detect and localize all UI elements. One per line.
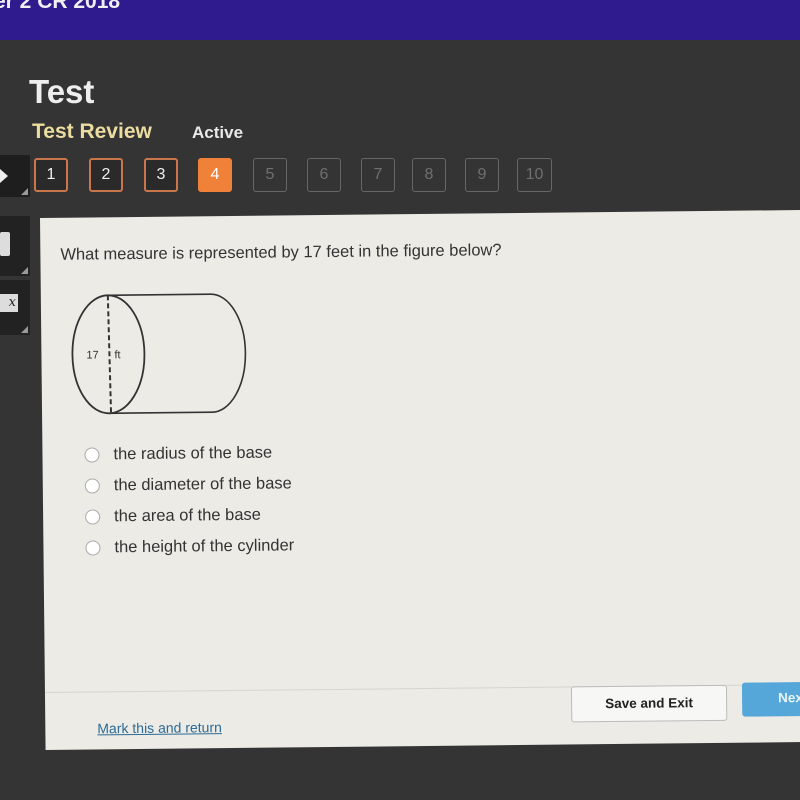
radio-button[interactable] [84, 447, 100, 463]
dimension-value: 17 [86, 349, 98, 361]
radio-button[interactable] [85, 509, 101, 525]
question-6-button: 6 [307, 158, 341, 192]
course-header-bar: er 2 CR 2018 [0, 0, 800, 40]
question-4-button[interactable]: 4 [198, 158, 232, 192]
cylinder-body [107, 293, 247, 415]
answer-option[interactable]: the radius of the base [84, 437, 293, 470]
activity-title: Test Review [32, 120, 152, 143]
square-root-icon: x [0, 294, 18, 312]
page-title: Test [29, 73, 95, 110]
question-9-button: 9 [465, 158, 499, 192]
answer-options: the radius of the base the diameter of t… [84, 437, 294, 563]
radio-button[interactable] [85, 540, 101, 556]
cylinder-figure: 17 ft [63, 288, 254, 430]
answer-option[interactable]: the diameter of the base [84, 468, 294, 501]
option-label: the height of the cylinder [114, 536, 295, 557]
question-5-button: 5 [253, 158, 287, 192]
mark-and-return-link[interactable]: Mark this and return [97, 719, 222, 736]
save-and-exit-button[interactable]: Save and Exit [570, 684, 728, 723]
calculator-tool[interactable] [0, 216, 30, 276]
option-label: the radius of the base [113, 443, 273, 464]
answer-option[interactable]: the height of the cylinder [85, 530, 294, 563]
status-label: Active [192, 123, 244, 142]
question-2-button[interactable]: 2 [89, 158, 123, 192]
sidebar-toggle[interactable] [0, 155, 30, 197]
question-3-button[interactable]: 3 [144, 158, 178, 192]
cylinder-diagram: 17 ft [71, 293, 247, 415]
dimension-unit: ft [114, 349, 120, 361]
question-10-button: 10 [517, 158, 552, 192]
question-1-button[interactable]: 1 [34, 158, 68, 192]
option-label: the diameter of the base [113, 474, 292, 495]
question-panel: What measure is represented by 17 feet i… [40, 209, 800, 750]
formula-tool[interactable]: x [0, 280, 30, 335]
calculator-icon [0, 232, 10, 256]
question-prompt: What measure is represented by 17 feet i… [60, 241, 502, 264]
radio-button[interactable] [84, 478, 100, 494]
option-label: the area of the base [114, 505, 261, 526]
question-8-button: 8 [412, 158, 446, 192]
corner-triangle-icon [21, 326, 28, 333]
corner-triangle-icon [21, 267, 28, 274]
answer-option[interactable]: the area of the base [85, 499, 294, 532]
question-7-button: 7 [361, 158, 395, 192]
course-title: er 2 CR 2018 [0, 0, 121, 13]
corner-triangle-icon [21, 188, 28, 195]
diameter-line [106, 295, 113, 414]
next-button[interactable]: Nex [741, 681, 800, 717]
